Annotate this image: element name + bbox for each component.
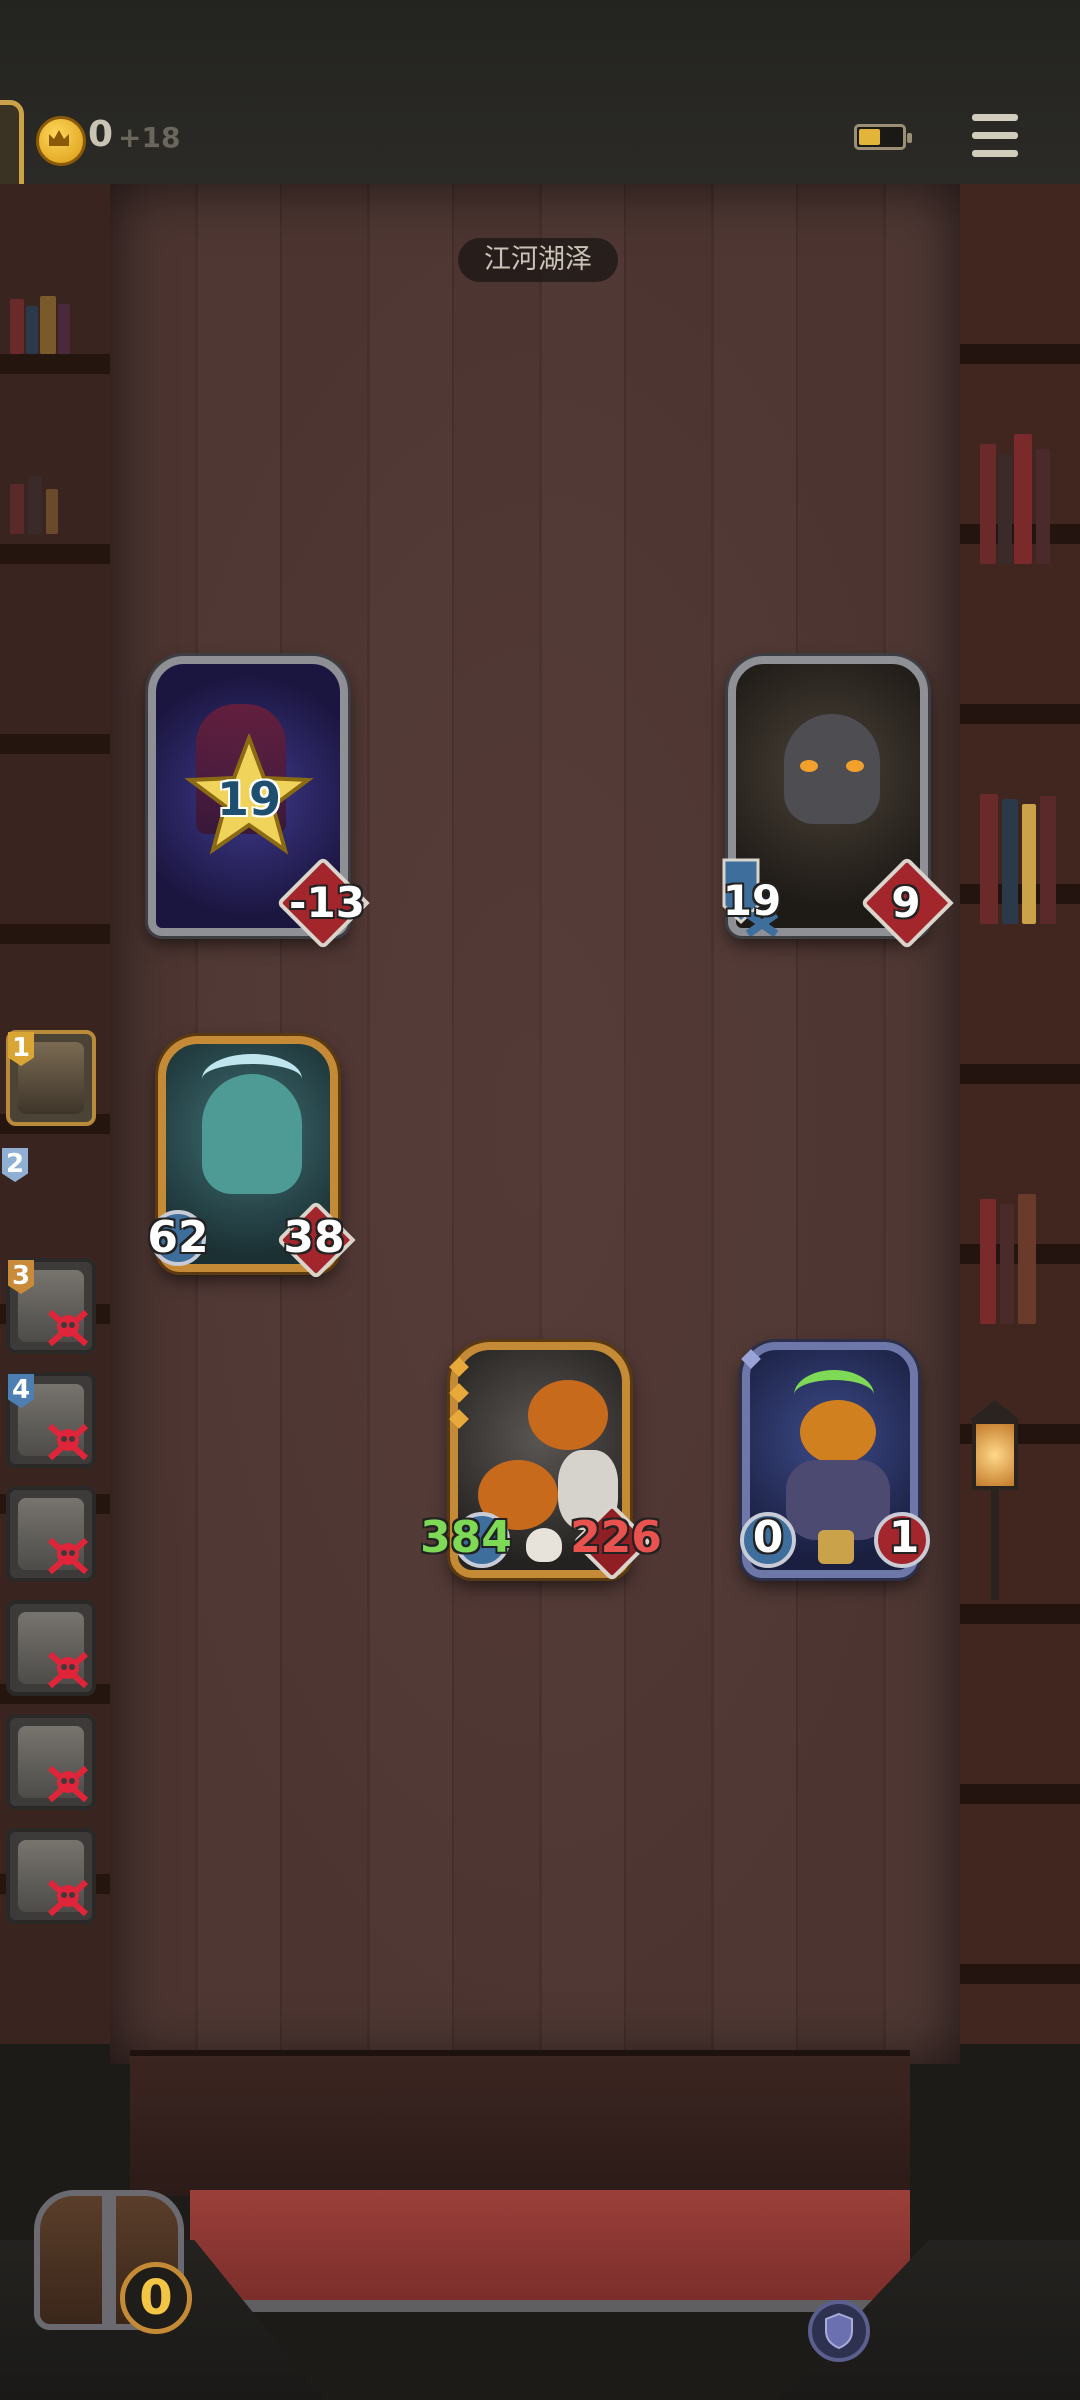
- pumpkin-golem-card[interactable]: 0 1: [734, 1342, 940, 1586]
- enemy-star-ward-card[interactable]: 19 -13: [138, 656, 370, 950]
- queue-slot-defeated[interactable]: [6, 1486, 96, 1582]
- battery-icon: [854, 124, 912, 150]
- enemy-attack: 19: [722, 876, 782, 925]
- right-bookshelf: [960, 184, 1080, 2044]
- top-bar: 0 +18: [0, 0, 1080, 280]
- menu-button[interactable]: [970, 112, 1022, 160]
- crown-coin-icon: [36, 116, 86, 166]
- enemy-gray-cat-card[interactable]: 19 9: [718, 656, 958, 950]
- stage-rug: [190, 2190, 910, 2312]
- queue-slot-defeated[interactable]: [6, 1600, 96, 1696]
- area-label: 江河湖泽: [458, 238, 618, 282]
- books-decoration: [980, 784, 1080, 924]
- skull-icon: [526, 1528, 562, 1562]
- unit-health: 38: [283, 1212, 345, 1263]
- ghost-skeleton-card[interactable]: 62 38: [146, 1036, 356, 1280]
- books-decoration: [980, 424, 1080, 564]
- menu-line-icon: [972, 114, 1018, 121]
- menu-line-icon: [972, 150, 1018, 157]
- unit-health: 226: [570, 1512, 662, 1563]
- skull-crossbones-icon: [48, 1651, 88, 1689]
- lock-icon: [818, 1530, 854, 1564]
- board-ledge: [130, 2050, 910, 2196]
- books-decoration: [10, 474, 100, 534]
- enemy-health: 9: [891, 878, 921, 927]
- menu-line-icon: [972, 132, 1018, 139]
- lantern-decoration: [950, 1400, 1040, 1600]
- queue-slot-defeated[interactable]: [6, 1828, 96, 1924]
- gold-amount: 0: [88, 114, 114, 155]
- unit-attack: 62: [147, 1212, 209, 1263]
- battery-level: [859, 129, 880, 145]
- skull-crossbones-icon: [48, 1879, 88, 1917]
- unit-attack: 384: [420, 1512, 512, 1563]
- skull-crossbones-icon: [48, 1309, 88, 1347]
- books-decoration: [10, 294, 100, 354]
- skull-crossbones-icon: [48, 1765, 88, 1803]
- queue-slot-defeated[interactable]: 4: [6, 1372, 96, 1468]
- unit-attack: 0: [752, 1512, 784, 1563]
- queue-slot-defeated[interactable]: [6, 1714, 96, 1810]
- books-decoration: [980, 1184, 1080, 1324]
- gold-income: +18: [118, 121, 181, 154]
- enemy-health: -13: [289, 878, 365, 927]
- shield-button[interactable]: [808, 2300, 870, 2362]
- unit-health: 1: [888, 1512, 920, 1563]
- star-value: 19: [216, 772, 281, 826]
- skull-crossbones-icon: [48, 1537, 88, 1575]
- pumpkin-horde-card[interactable]: 384 226: [420, 1342, 662, 1586]
- queue-slot[interactable]: 1: [6, 1030, 96, 1126]
- shield-icon: [825, 2312, 853, 2350]
- gold-counter: 0: [120, 2262, 192, 2334]
- queue-slot-defeated[interactable]: 3: [6, 1258, 96, 1354]
- skull-crossbones-icon: [48, 1423, 88, 1461]
- level-diamonds-icon: [449, 1356, 469, 1446]
